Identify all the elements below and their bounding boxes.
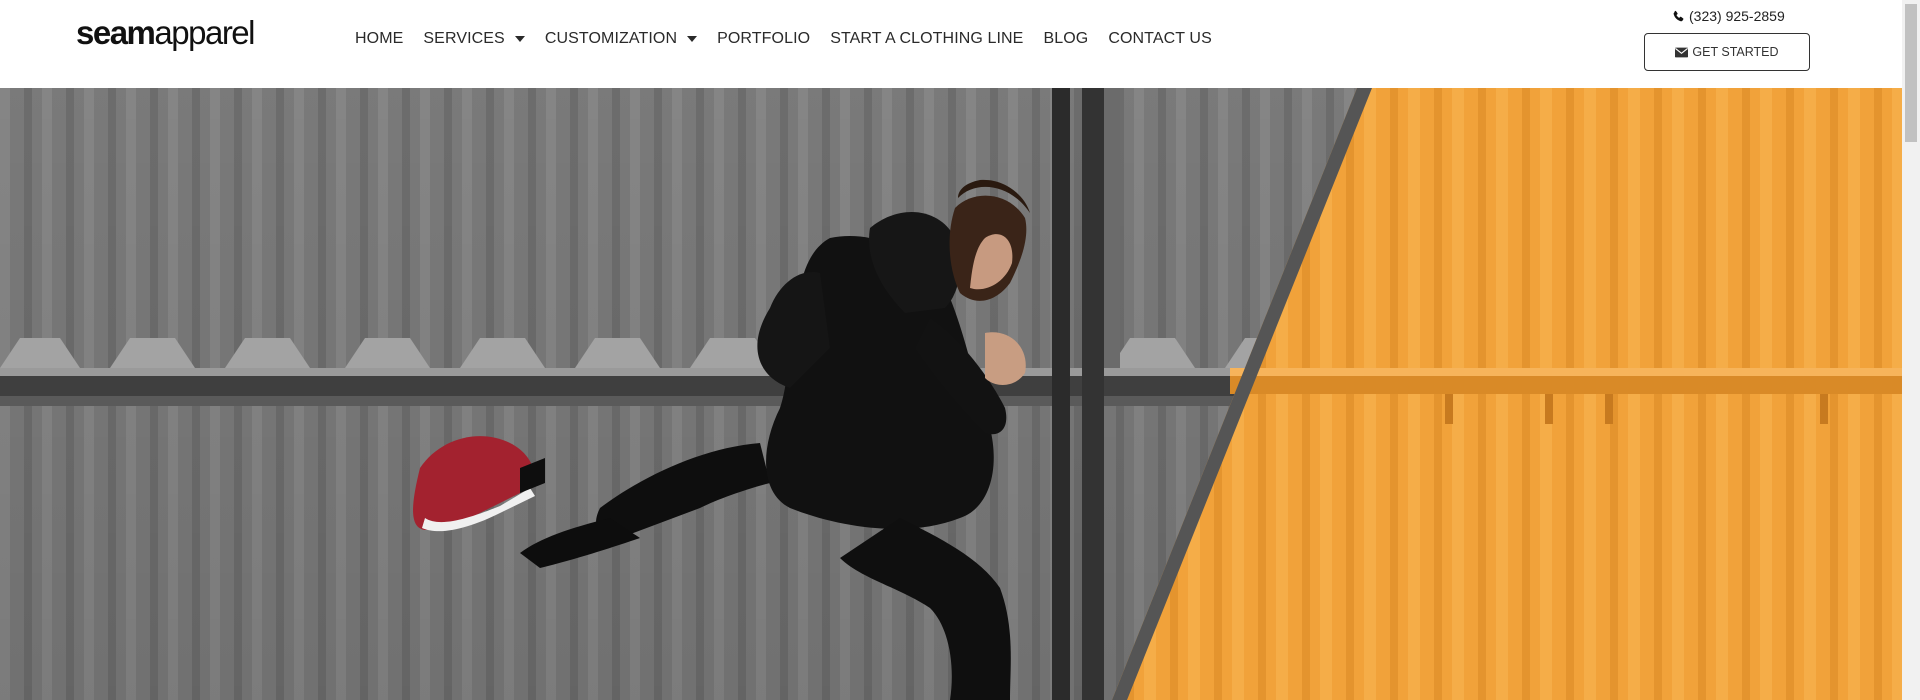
logo-bold-text: seam (76, 14, 156, 51)
nav-item-label: START A CLOTHING LINE (830, 30, 1024, 47)
logo-light-text: apparel (154, 14, 255, 51)
get-started-label: GET STARTED (1692, 45, 1779, 59)
page: seamapparel HOME SERVICES CUSTOMIZATION … (0, 0, 1920, 700)
nav-item-label: CONTACT US (1108, 30, 1212, 47)
nav-item-blog[interactable]: BLOG (1043, 30, 1088, 48)
nav-item-customization[interactable]: CUSTOMIZATION (544, 30, 698, 48)
nav-item-label: BLOG (1043, 30, 1089, 47)
chevron-down-icon (514, 36, 525, 42)
nav-item-label: PORTFOLIO (717, 30, 811, 47)
chevron-down-icon (687, 36, 698, 42)
nav-item-label: HOME (355, 30, 404, 47)
nav-item-label: CUSTOMIZATION (544, 30, 678, 47)
page-scrollbar[interactable] (1902, 0, 1920, 700)
nav-item-home[interactable]: HOME (355, 30, 403, 48)
site-header: seamapparel HOME SERVICES CUSTOMIZATION … (0, 0, 1902, 88)
nav-item-portfolio[interactable]: PORTFOLIO (717, 30, 810, 48)
brand-logo[interactable]: seamapparel (76, 14, 255, 51)
nav-item-contact-us[interactable]: CONTACT US (1108, 30, 1212, 48)
nav-item-label: SERVICES (423, 30, 505, 47)
phone-icon (1673, 10, 1684, 21)
phone-number: (323) 925-2859 (1689, 8, 1785, 24)
nav-item-start-clothing-line[interactable]: START A CLOTHING LINE (830, 30, 1023, 48)
hero-image (0, 88, 1902, 700)
get-started-button[interactable]: GET STARTED (1644, 33, 1810, 71)
hero-banner (0, 88, 1902, 700)
nav-item-services[interactable]: SERVICES (423, 30, 525, 48)
scrollbar-thumb[interactable] (1905, 4, 1917, 142)
envelope-icon (1675, 47, 1689, 57)
main-nav: HOME SERVICES CUSTOMIZATION PORTFOLIO ST… (355, 30, 1232, 48)
phone-link[interactable]: (323) 925-2859 (1672, 8, 1785, 24)
